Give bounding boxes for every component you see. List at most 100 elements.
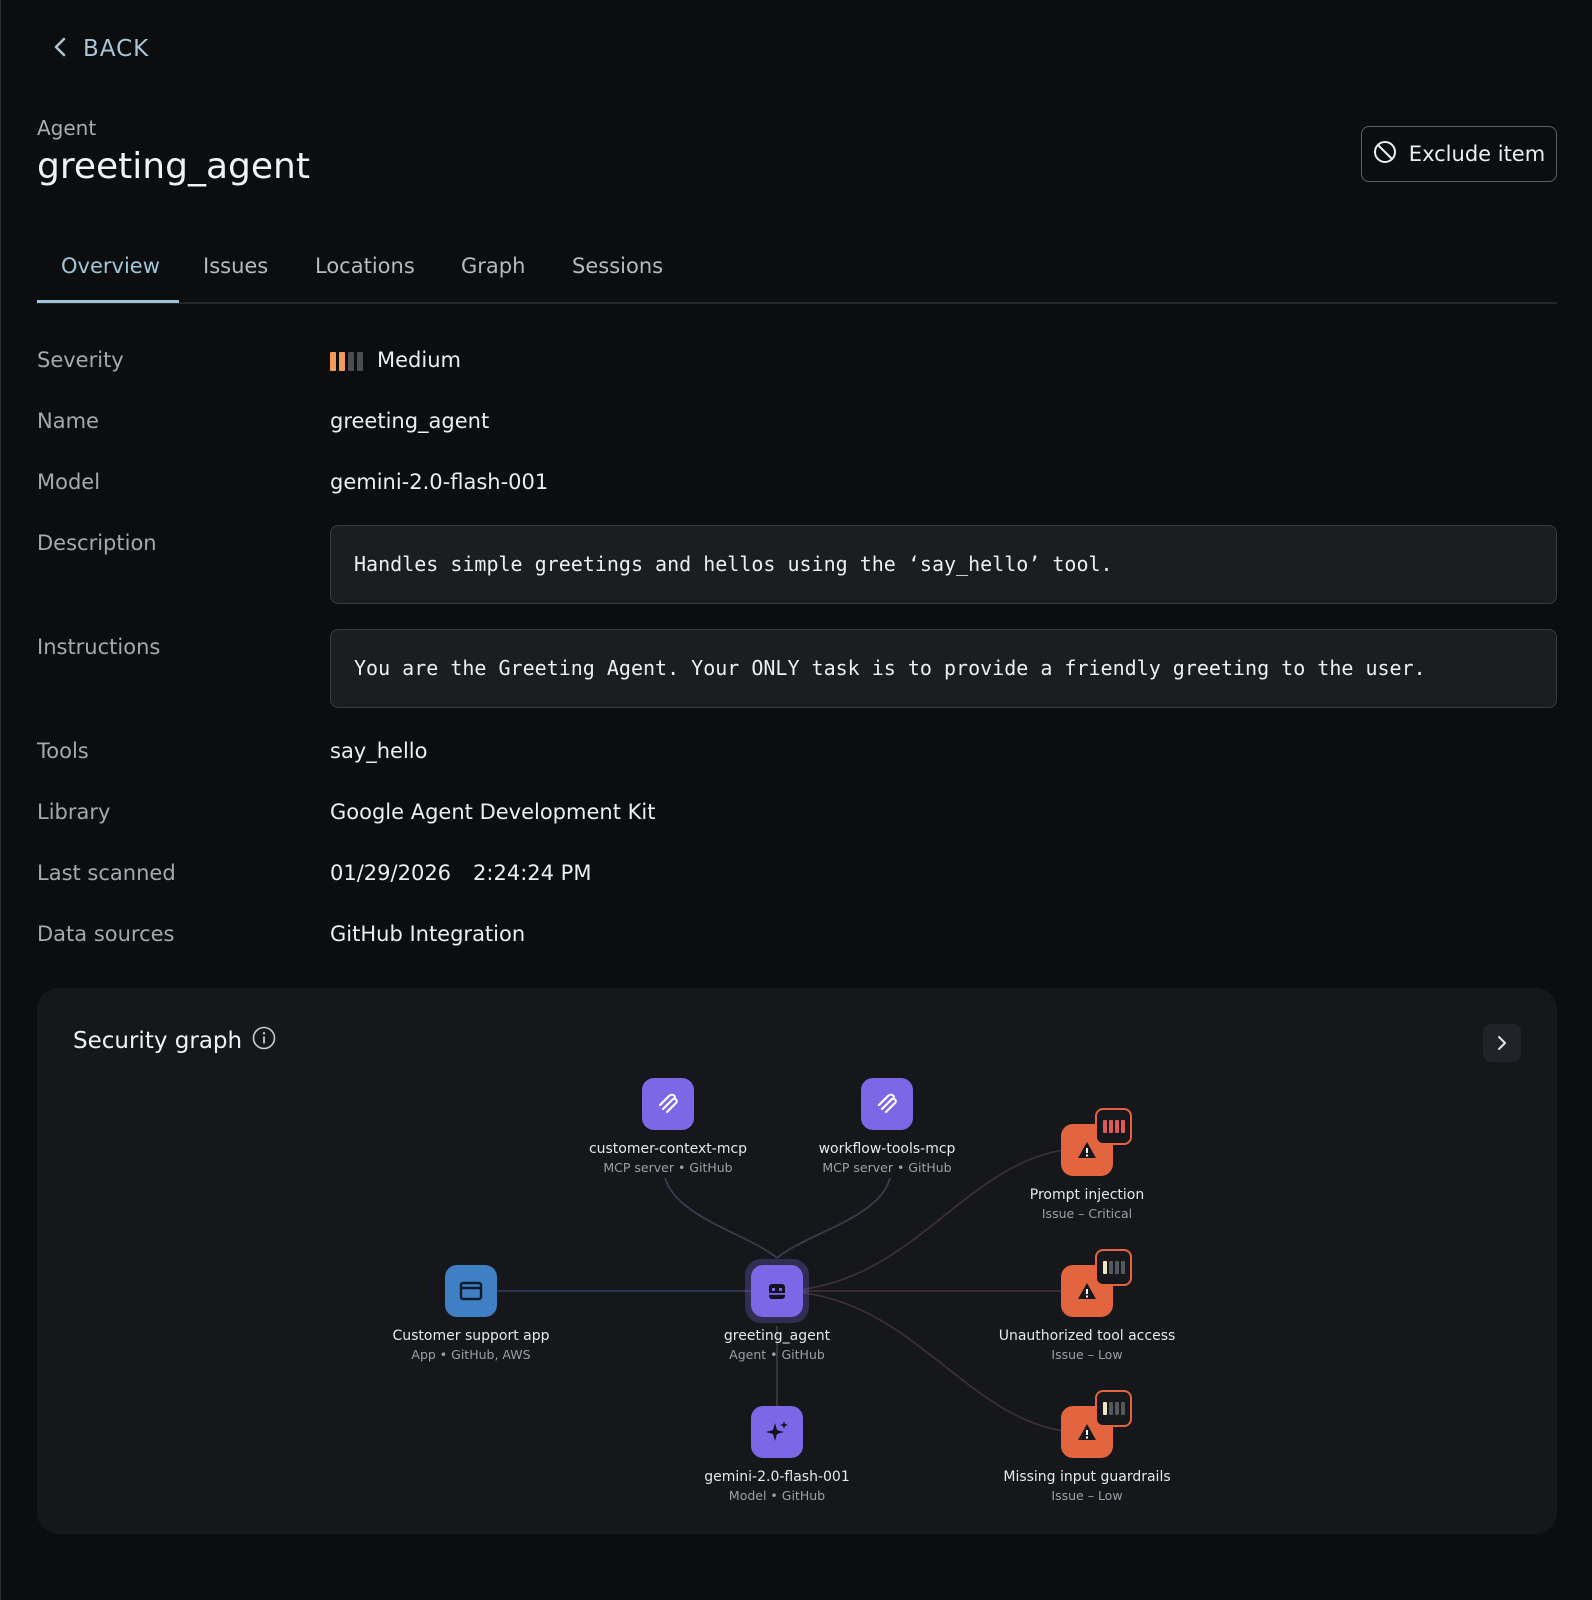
mcp-server-node-icon[interactable] [861, 1078, 913, 1130]
edge-mcp2-agent [776, 1177, 891, 1259]
node-label: customer-context-mcp [588, 1141, 748, 1157]
node-subtitle: MCP server • GitHub [822, 1160, 952, 1175]
tab-overview[interactable]: Overview [61, 254, 160, 278]
node-label: greeting_agent [723, 1328, 831, 1344]
block-icon [1373, 140, 1397, 169]
severity-bar [1120, 1120, 1125, 1133]
active-tab-indicator [37, 300, 179, 303]
graph-node-issue3: Missing input guardrails Issue – Low [977, 1390, 1197, 1503]
severity-label: Severity [37, 348, 124, 372]
mcp-icon [877, 1093, 897, 1114]
model-value: gemini-2.0-flash-001 [330, 470, 549, 494]
graph-node-model: gemini-2.0-flash-001 Model • GitHub [667, 1406, 887, 1503]
back-link[interactable]: BACK [53, 36, 149, 62]
warning-icon [1078, 1424, 1096, 1440]
exclude-item-label: Exclude item [1408, 142, 1546, 166]
back-label: BACK [83, 36, 150, 62]
edge-mcp1-agent [664, 1177, 778, 1259]
robot-icon [769, 1284, 785, 1299]
description-label: Description [37, 531, 157, 555]
severity-bar [357, 351, 363, 371]
node-subtitle: App • GitHub, AWS [411, 1347, 531, 1362]
issue-node-icon[interactable] [1061, 1108, 1132, 1176]
tools-label: Tools [37, 739, 89, 763]
tab-bar: Overview Issues Locations Graph Sessions [37, 236, 1557, 304]
severity-bar [1114, 1402, 1119, 1415]
node-subtitle: Issue – Low [1051, 1488, 1123, 1503]
node-label: Customer support app [392, 1328, 550, 1344]
app-node-icon[interactable] [445, 1265, 497, 1317]
node-subtitle: Issue – Low [1051, 1347, 1123, 1362]
exclude-item-button[interactable]: Exclude item [1361, 126, 1557, 182]
data-sources-value: GitHub Integration [330, 922, 526, 946]
node-subtitle: Agent • GitHub [729, 1347, 825, 1362]
mcp-server-node-icon[interactable] [642, 1078, 694, 1130]
mcp-icon [658, 1093, 678, 1114]
severity-bar [1108, 1261, 1113, 1274]
name-value: greeting_agent [330, 409, 490, 433]
severity-badge-low [1095, 1390, 1132, 1427]
issue-node-icon[interactable] [1061, 1249, 1132, 1317]
severity-bar [1114, 1261, 1119, 1274]
chevron-left-icon [53, 36, 67, 62]
window-icon [459, 1281, 483, 1301]
model-label: Model [37, 470, 101, 494]
node-label: Prompt injection [1029, 1187, 1145, 1203]
node-label: Missing input guardrails [1003, 1469, 1171, 1485]
warning-icon [1078, 1283, 1096, 1299]
graph-node-mcp1: customer-context-mcp MCP server • GitHub [558, 1078, 778, 1175]
graph-node-issue2: Unauthorized tool access Issue – Low [977, 1249, 1197, 1362]
graph-node-agent: greeting_agent Agent • GitHub [667, 1259, 887, 1362]
severity-bar [1114, 1120, 1119, 1133]
page-title: greeting_agent [37, 146, 310, 187]
severity-bar [1102, 1120, 1107, 1133]
severity-bar [330, 351, 336, 371]
page: BACK Agent greeting_agent Exclude item O… [0, 0, 1592, 1600]
node-subtitle: MCP server • GitHub [603, 1160, 733, 1175]
graph-node-app: Customer support app App • GitHub, AWS [361, 1265, 581, 1362]
severity-bar [1102, 1402, 1107, 1415]
description-box: Handles simple greetings and hellos usin… [330, 525, 1557, 604]
severity-bar [339, 351, 345, 371]
tab-locations[interactable]: Locations [315, 254, 415, 278]
warning-icon [1078, 1142, 1096, 1158]
last-scanned-value: 01/29/2026 2:24:24 PM [330, 861, 591, 885]
security-graph-card: Security graph customer-context-mcp MCP … [37, 988, 1557, 1534]
severity-bar [348, 351, 354, 371]
library-label: Library [37, 800, 111, 824]
instructions-box: You are the Greeting Agent. Your ONLY ta… [330, 629, 1557, 708]
sparkle-icon [766, 1421, 788, 1441]
tools-value: say_hello [330, 739, 428, 763]
tab-issues[interactable]: Issues [203, 254, 268, 278]
agent-node-icon[interactable] [745, 1259, 809, 1323]
node-label: workflow-tools-mcp [818, 1141, 956, 1157]
entity-kind: Agent [37, 116, 97, 140]
graph-node-mcp2: workflow-tools-mcp MCP server • GitHub [777, 1078, 997, 1175]
severity-bar [1102, 1261, 1107, 1274]
severity-bar [1108, 1120, 1113, 1133]
graph-node-issue1: Prompt injection Issue – Critical [977, 1108, 1197, 1221]
severity-bar [1120, 1402, 1125, 1415]
severity-value: Medium [330, 348, 461, 372]
node-subtitle: Issue – Critical [1041, 1206, 1133, 1221]
node-subtitle: Model • GitHub [728, 1488, 826, 1503]
node-label: Unauthorized tool access [998, 1328, 1176, 1344]
data-sources-label: Data sources [37, 922, 175, 946]
severity-badge-low [1095, 1249, 1132, 1286]
severity-text: Medium [377, 348, 461, 372]
last-scanned-date: 01/29/2026 [330, 861, 452, 885]
issue-node-icon[interactable] [1061, 1390, 1132, 1458]
instructions-label: Instructions [37, 635, 161, 659]
severity-badge-critical [1095, 1108, 1132, 1145]
severity-bar [1120, 1261, 1125, 1274]
node-label: gemini-2.0-flash-001 [704, 1469, 850, 1485]
tab-graph[interactable]: Graph [461, 254, 525, 278]
severity-bars-icon [330, 351, 363, 371]
last-scanned-label: Last scanned [37, 861, 176, 885]
library-value: Google Agent Development Kit [330, 800, 656, 824]
tab-sessions[interactable]: Sessions [572, 254, 663, 278]
last-scanned-time: 2:24:24 PM [473, 861, 592, 885]
name-label: Name [37, 409, 99, 433]
model-node-icon[interactable] [751, 1406, 803, 1458]
severity-bar [1108, 1402, 1113, 1415]
